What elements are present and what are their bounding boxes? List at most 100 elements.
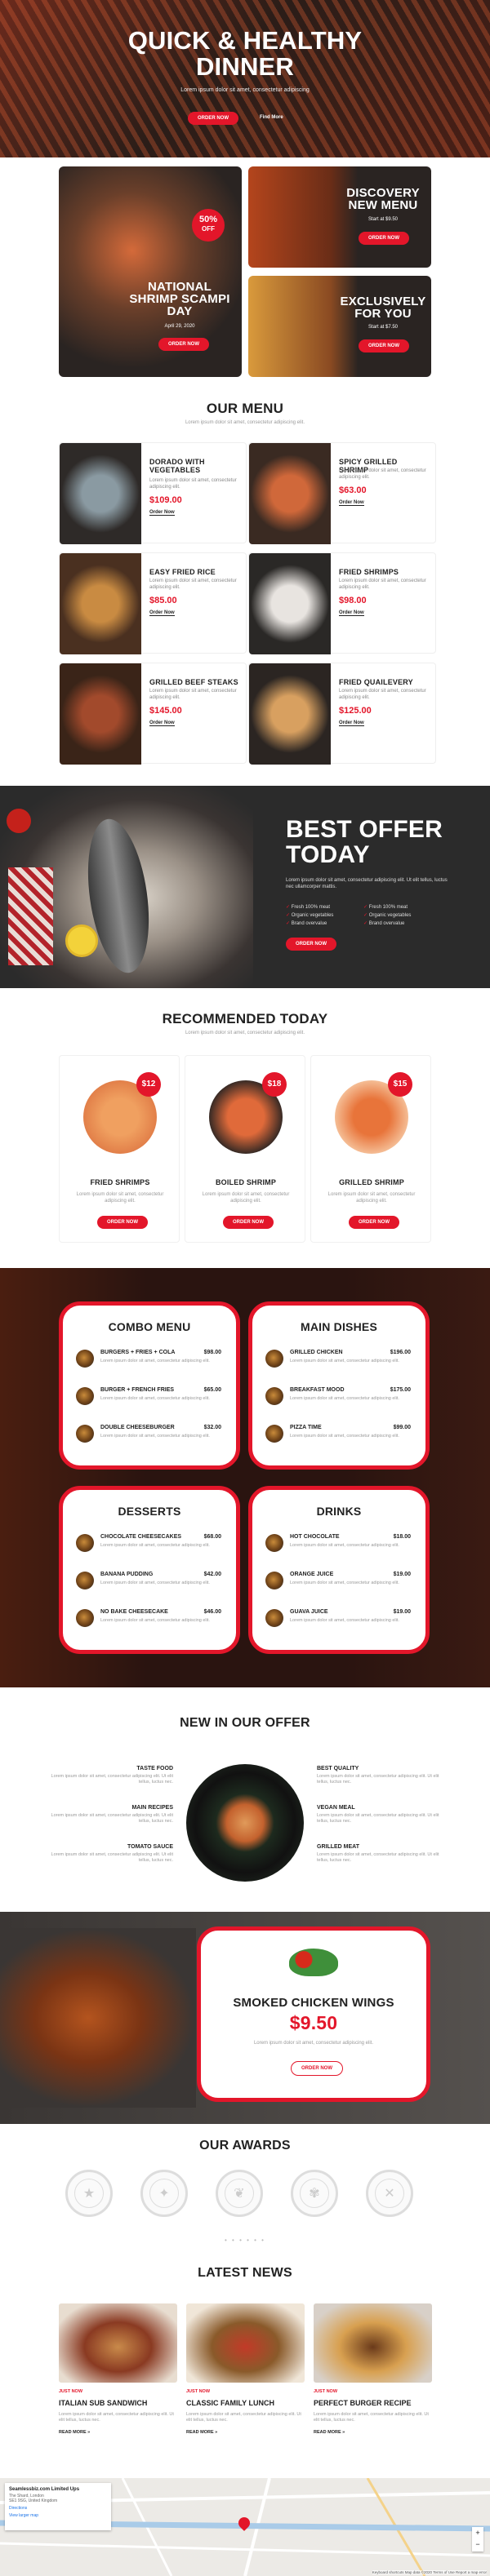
dish-name: Grilled Shrimp	[339, 1178, 404, 1186]
menu-card[interactable]: Dorado with Vegetables Lorem ipsum dolor …	[59, 442, 247, 544]
promo-exclusive-button[interactable]: Order Now	[359, 339, 409, 352]
menu-item-name: Easy Fried Rice	[149, 568, 216, 576]
menu-order-link[interactable]: Order Now	[149, 510, 175, 516]
news-title[interactable]: Perfect Burger Recipe	[314, 2399, 432, 2407]
best-offer-button[interactable]: Order Now	[286, 938, 336, 951]
combo-item[interactable]: No Bake Cheesecake $46.00 Lorem ipsum do…	[76, 1607, 221, 1635]
menu-order-link[interactable]: Order Now	[149, 720, 175, 726]
recommended-card[interactable]: $15 Grilled Shrimp Lorem ipsum dolor sit…	[310, 1055, 431, 1243]
recommended-subheading: Lorem ipsum dolor sit amet, consectetur …	[185, 1031, 305, 1035]
menu-order-link[interactable]: Order Now	[149, 610, 175, 616]
menu-item-image	[249, 553, 331, 654]
dish-desc: Lorem ipsum dolor sit amet, consectetur …	[327, 1192, 416, 1204]
combo-item[interactable]: Hot Chocolate $18.00 Lorem ipsum dolor s…	[265, 1532, 411, 1560]
news-heading: Latest News	[198, 2266, 292, 2280]
combo-box: Drinks Hot Chocolate $18.00 Lorem ipsum …	[248, 1486, 430, 1654]
menu-order-link[interactable]: Order Now	[339, 720, 364, 726]
dish-order-button[interactable]: Order Now	[223, 1216, 274, 1229]
award-emblem-icon: ❦	[234, 2187, 245, 2201]
best-offer-section: Best Offer Today Lorem ipsum dolor sit am…	[0, 786, 490, 988]
menu-section: Our Menu Lorem ipsum dolor sit amet, con…	[0, 386, 490, 786]
news-read-more-link[interactable]: Read More »	[59, 2430, 177, 2435]
feature-item: ✓ Fresh 100% meat	[363, 905, 408, 910]
news-title[interactable]: Italian Sub Sandwich	[59, 2399, 177, 2407]
dish-order-button[interactable]: Order Now	[349, 1216, 399, 1229]
promo-discovery-button[interactable]: Order Now	[359, 232, 409, 245]
menu-card[interactable]: Fried Quailevery Lorem ipsum dolor sit a…	[248, 663, 436, 765]
combo-item[interactable]: Burger + French Fries $65.00 Lorem ipsum…	[76, 1386, 221, 1413]
menu-card[interactable]: Easy Fried Rice Lorem ipsum dolor sit am…	[59, 552, 247, 654]
wings-desc: Lorem ipsum dolor sit amet, consectetur …	[253, 2041, 374, 2046]
news-read-more-link[interactable]: Read More »	[314, 2430, 432, 2435]
menu-card[interactable]: Spicy Grilled Shrimp Lorem ipsum dolor s…	[248, 442, 436, 544]
news-title[interactable]: Classic Family Lunch	[186, 2399, 305, 2407]
news-image	[59, 2303, 177, 2383]
combo-item[interactable]: Breakfast Mood $175.00 Lorem ipsum dolor…	[265, 1386, 411, 1413]
promo-national-button[interactable]: Order Now	[158, 338, 209, 351]
recommended-card[interactable]: $12 Fried Shrimps Lorem ipsum dolor sit …	[59, 1055, 180, 1243]
combo-box: Combo Menu Burgers + Fries + Cola $98.00…	[59, 1301, 240, 1470]
promo-exclusive[interactable]: Exclusively For You Start at $7.50 Order …	[248, 276, 431, 377]
combo-item[interactable]: Grilled Chicken $196.00 Lorem ipsum dolo…	[265, 1348, 411, 1376]
dish-desc: Lorem ipsum dolor sit amet, consectetur …	[76, 1192, 164, 1204]
best-offer-desc: Lorem ipsum dolor sit amet, consectetur …	[286, 878, 448, 889]
promo-discovery-menu[interactable]: Discovery New Menu Start at $9.50 Order N…	[248, 166, 431, 268]
menu-card[interactable]: Fried Shrimps Lorem ipsum dolor sit amet…	[248, 552, 436, 654]
price-badge: $18	[262, 1072, 287, 1097]
menu-item-price: $63.00	[339, 485, 367, 495]
dish-name: Fried Shrimps	[90, 1178, 150, 1186]
check-icon: ✓	[363, 921, 369, 926]
news-card[interactable]: Just now Classic Family Lunch Lorem ipsu…	[186, 2303, 305, 2435]
offer-feature-title: Main Recipes	[131, 1805, 173, 1811]
award-emblem-icon: ★	[82, 2187, 96, 2201]
wings-order-button[interactable]: Order Now	[291, 2061, 343, 2076]
news-desc: Lorem ipsum dolor sit amet, consectetur …	[59, 2412, 174, 2423]
menu-item-image	[60, 663, 141, 765]
combo-item[interactable]: Chocolate Cheesecakes $68.00 Lorem ipsum…	[76, 1532, 221, 1560]
combo-item[interactable]: Pizza Time $99.00 Lorem ipsum dolor sit …	[265, 1423, 411, 1451]
menu-order-link[interactable]: Order Now	[339, 610, 364, 616]
offer-feature-desc: Lorem ipsum dolor sit amet, consectetur …	[51, 1813, 173, 1824]
hero-order-button[interactable]: Order Now	[188, 112, 238, 125]
recommended-card[interactable]: $18 Boiled Shrimp Lorem ipsum dolor sit …	[185, 1055, 305, 1243]
menu-item-desc: Lorem ipsum dolor sit amet, consectetur …	[149, 689, 237, 700]
dish-order-button[interactable]: Order Now	[97, 1216, 148, 1229]
new-offer-heading: New In Our Offer	[180, 1716, 310, 1730]
menu-order-link[interactable]: Order Now	[339, 500, 364, 506]
combo-item[interactable]: Double Cheeseburger $32.00 Lorem ipsum d…	[76, 1423, 221, 1451]
combo-item[interactable]: Burgers + Fries + Cola $98.00 Lorem ipsu…	[76, 1348, 221, 1376]
map-directions-link[interactable]: Directions	[9, 2506, 107, 2511]
wings-title: Smoked Chicken Wings	[233, 1996, 394, 2010]
menu-subheading: Lorem ipsum dolor sit amet, consectetur …	[185, 420, 305, 425]
combo-item-price: $42.00	[203, 1572, 221, 1577]
awards-pagination[interactable]: • • • • • •	[0, 2237, 490, 2244]
news-card[interactable]: Just now Perfect Burger Recipe Lorem ips…	[314, 2303, 432, 2435]
awards-heading: Our Awards	[199, 2139, 291, 2153]
feature-item: ✓ Organic vegetables	[363, 913, 412, 918]
award-emblem-icon: ✾	[309, 2187, 320, 2201]
combo-item-desc: Lorem ipsum dolor sit amet, consectetur …	[290, 1434, 399, 1439]
menu-item-desc: Lorem ipsum dolor sit amet, consectetur …	[339, 468, 426, 480]
menu-item-name: Dorado with Vegetables	[149, 458, 205, 474]
menu-item-image	[60, 443, 141, 544]
offer-feature-title: Taste Food	[136, 1766, 173, 1771]
award-badge-icon: ✾	[291, 2170, 338, 2217]
menu-item-desc: Lorem ipsum dolor sit amet, consectetur …	[339, 689, 426, 700]
promo-national-shrimp[interactable]: 50% OFF National Shrimp Scampi Day April 29…	[59, 166, 242, 377]
combo-item-price: $19.00	[393, 1572, 411, 1577]
news-card[interactable]: Just now Italian Sub Sandwich Lorem ipsu…	[59, 2303, 177, 2435]
map-view-larger-link[interactable]: View larger map	[9, 2513, 107, 2518]
menu-card[interactable]: Grilled Beef Steaks Lorem ipsum dolor si…	[59, 663, 247, 765]
wings-section: Smoked Chicken Wings $9.50 Lorem ipsum d…	[0, 1912, 490, 2124]
hero-find-more-link[interactable]: Find More	[260, 115, 283, 120]
combo-item-desc: Lorem ipsum dolor sit amet, consectetur …	[290, 1618, 399, 1623]
combo-item[interactable]: Guava Juice $19.00 Lorem ipsum dolor sit…	[265, 1607, 411, 1635]
price-badge: $12	[136, 1072, 161, 1097]
map-zoom-controls[interactable]: + −	[472, 2527, 483, 2552]
combo-item[interactable]: Orange Juice $19.00 Lorem ipsum dolor si…	[265, 1570, 411, 1598]
new-offer-section: New In Our Offer Taste Food Lorem ipsum …	[0, 1687, 490, 1912]
news-read-more-link[interactable]: Read More »	[186, 2430, 305, 2435]
dish-name: Boiled Shrimp	[215, 1178, 277, 1186]
offer-feature: Main Recipes Lorem ipsum dolor sit amet,…	[51, 1805, 173, 1824]
combo-item[interactable]: Banana Pudding $42.00 Lorem ipsum dolor …	[76, 1570, 221, 1598]
